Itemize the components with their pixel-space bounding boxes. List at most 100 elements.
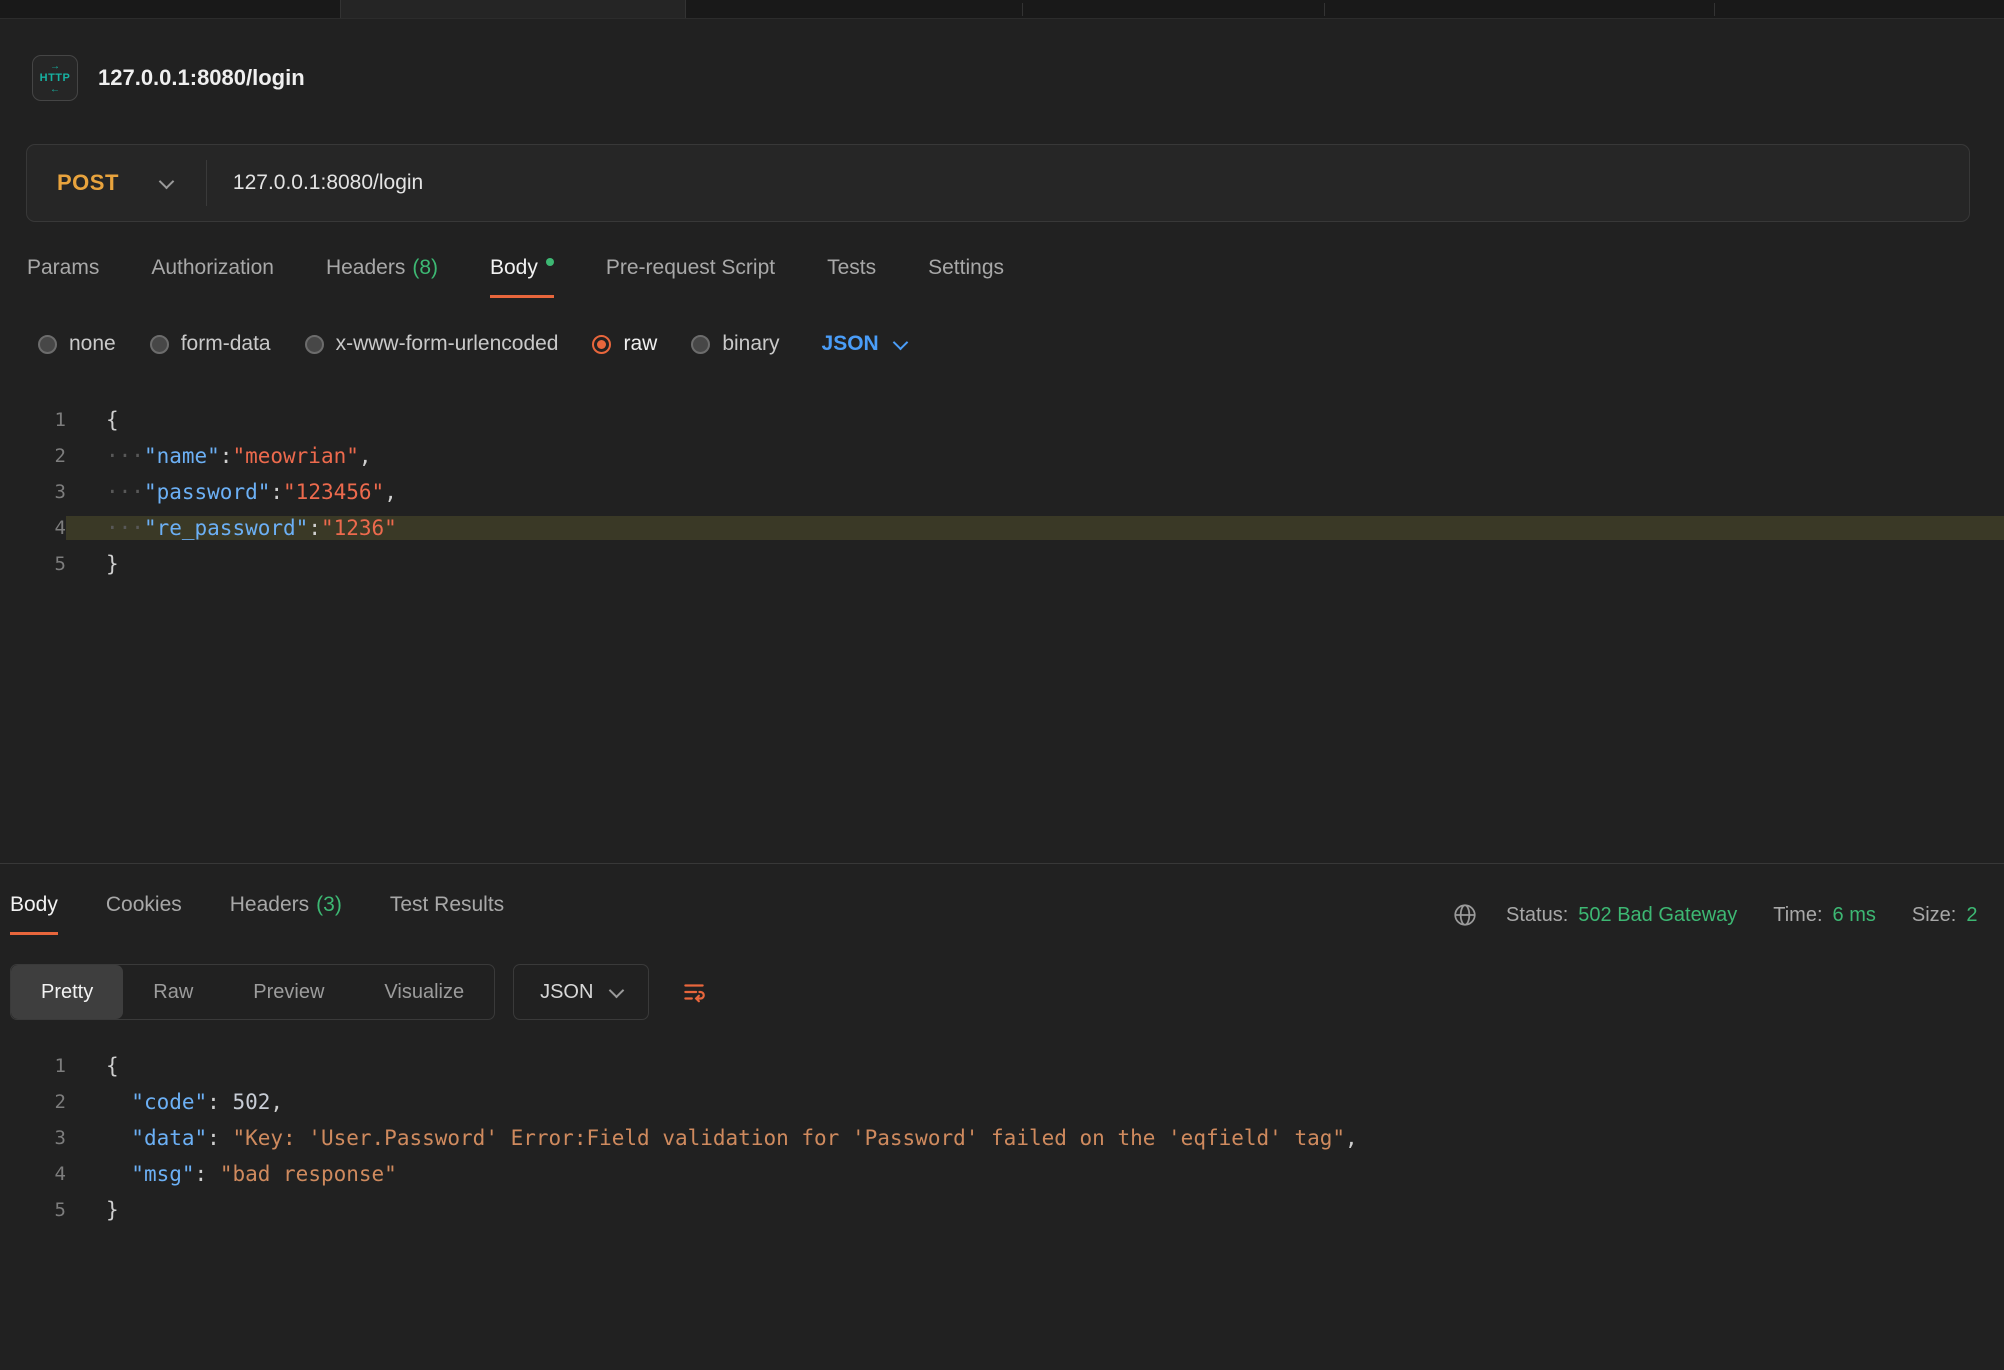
http-icon: → HTTP ← — [32, 55, 78, 101]
response-view-switcher: Pretty Raw Preview Visualize — [10, 964, 495, 1020]
line-number: 2 — [0, 1091, 66, 1113]
status-label: Status: — [1506, 904, 1568, 927]
time-label: Time: — [1773, 904, 1822, 927]
code-line[interactable]: 5} — [0, 1192, 2004, 1228]
body-type-binary[interactable]: binary — [691, 332, 779, 356]
response-body-editor[interactable]: 1{2 "code": 502,3 "data": "Key: 'User.Pa… — [0, 1048, 2004, 1228]
code-text: ···"re_password":"1236" — [66, 516, 2004, 540]
tab-settings[interactable]: Settings — [928, 256, 1004, 298]
request-tabs: Params Authorization Headers (8) Body Pre… — [27, 256, 1004, 298]
code-line[interactable]: 3···"password":"123456", — [0, 474, 2004, 510]
line-number: 2 — [0, 445, 66, 467]
view-pretty[interactable]: Pretty — [11, 965, 123, 1019]
line-number: 5 — [0, 553, 66, 575]
headers-count: (3) — [316, 893, 342, 916]
divider — [206, 160, 207, 206]
view-raw[interactable]: Raw — [123, 965, 223, 1019]
radio-icon — [38, 335, 57, 354]
headers-count: (8) — [412, 256, 438, 279]
line-number: 1 — [0, 1055, 66, 1077]
code-line[interactable]: 1{ — [0, 1048, 2004, 1084]
tab-test-results[interactable]: Test Results — [390, 893, 504, 935]
tab-label: Pre-request Script — [606, 256, 775, 279]
view-visualize[interactable]: Visualize — [354, 965, 494, 1019]
tab-tests[interactable]: Tests — [827, 256, 876, 298]
tab-label: Tests — [827, 256, 876, 279]
code-line[interactable]: 2···"name":"meowrian", — [0, 438, 2004, 474]
code-line[interactable]: 3 "data": "Key: 'User.Password' Error:Fi… — [0, 1120, 2004, 1156]
code-line[interactable]: 2 "code": 502, — [0, 1084, 2004, 1120]
tab-label: Authorization — [151, 256, 274, 279]
code-line[interactable]: 1{ — [0, 402, 2004, 438]
response-language-select[interactable]: JSON — [513, 964, 649, 1020]
code-line[interactable]: 4···"re_password":"1236" — [0, 510, 2004, 546]
radio-icon — [305, 335, 324, 354]
tab-label: Body — [10, 893, 58, 916]
response-toolbar: Pretty Raw Preview Visualize JSON — [10, 963, 721, 1021]
tab-response-body[interactable]: Body — [10, 893, 58, 935]
view-preview[interactable]: Preview — [223, 965, 354, 1019]
body-type-label: x-www-form-urlencoded — [336, 332, 559, 356]
chevron-down-icon — [609, 982, 625, 998]
wrap-lines-button[interactable] — [667, 964, 721, 1020]
line-number: 3 — [0, 1127, 66, 1149]
method-select[interactable]: POST — [27, 170, 206, 196]
language-label: JSON — [822, 332, 879, 356]
tab-label: Headers — [230, 893, 309, 916]
http-icon-label: HTTP — [40, 73, 71, 84]
code-text: ···"password":"123456", — [66, 480, 2004, 504]
body-type-label: form-data — [181, 332, 271, 356]
line-number: 4 — [0, 517, 66, 539]
tab-pre-request-script[interactable]: Pre-request Script — [606, 256, 775, 298]
tab-label: Test Results — [390, 893, 504, 916]
response-meta: Status: 502 Bad Gateway Time: 6 ms Size:… — [1452, 902, 1977, 928]
view-label: Preview — [253, 981, 324, 1004]
body-type-form-data[interactable]: form-data — [150, 332, 271, 356]
wrap-lines-icon — [681, 979, 707, 1005]
tab-cookies[interactable]: Cookies — [106, 893, 182, 935]
tab-authorization[interactable]: Authorization — [151, 256, 274, 298]
size-value: 2 — [1966, 904, 1977, 927]
method-label: POST — [57, 170, 119, 196]
radio-icon — [691, 335, 710, 354]
language-select[interactable]: JSON — [822, 332, 906, 356]
body-type-label: none — [69, 332, 116, 356]
body-type-label: binary — [722, 332, 779, 356]
tab-label: Headers — [326, 256, 405, 279]
tab-label: Settings — [928, 256, 1004, 279]
size-label: Size: — [1912, 904, 1956, 927]
arrow-left-icon: ← — [50, 85, 60, 95]
network-icon[interactable] — [1452, 902, 1478, 928]
view-label: Visualize — [384, 981, 464, 1004]
body-type-none[interactable]: none — [38, 332, 116, 356]
body-type-x-www-form-urlencoded[interactable]: x-www-form-urlencoded — [305, 332, 559, 356]
tab-headers[interactable]: Headers (8) — [326, 256, 438, 298]
tab-body[interactable]: Body — [490, 256, 554, 298]
code-text: "msg": "bad response" — [66, 1162, 2004, 1186]
tab-label: Cookies — [106, 893, 182, 916]
code-text: { — [66, 1054, 2004, 1078]
tab-params[interactable]: Params — [27, 256, 99, 298]
tab-divider — [1324, 3, 1325, 16]
tab-label: Body — [490, 256, 538, 279]
tab-response-headers[interactable]: Headers (3) — [230, 893, 342, 935]
url-input[interactable]: 127.0.0.1:8080/login — [233, 171, 423, 195]
time-value: 6 ms — [1833, 904, 1876, 927]
body-type-row: none form-data x-www-form-urlencoded raw… — [38, 324, 906, 364]
radio-selected-icon — [592, 335, 611, 354]
postman-app: → HTTP ← 127.0.0.1:8080/login POST 127.0… — [0, 0, 2004, 1370]
body-type-label: raw — [623, 332, 657, 356]
url-bar: POST 127.0.0.1:8080/login — [26, 144, 1970, 222]
code-line[interactable]: 5} — [0, 546, 2004, 582]
code-line[interactable]: 4 "msg": "bad response" — [0, 1156, 2004, 1192]
active-request-tab[interactable] — [340, 0, 686, 18]
chevron-down-icon — [892, 334, 908, 350]
request-title-row: → HTTP ← 127.0.0.1:8080/login — [32, 56, 305, 100]
body-type-raw[interactable]: raw — [592, 332, 657, 356]
tab-label: Params — [27, 256, 99, 279]
view-label: Raw — [153, 981, 193, 1004]
workspace-tab-strip[interactable] — [0, 0, 2004, 19]
language-label: JSON — [540, 981, 593, 1004]
request-body-editor[interactable]: 1{2···"name":"meowrian",3···"password":"… — [0, 402, 2004, 582]
status-value: 502 Bad Gateway — [1578, 904, 1737, 927]
